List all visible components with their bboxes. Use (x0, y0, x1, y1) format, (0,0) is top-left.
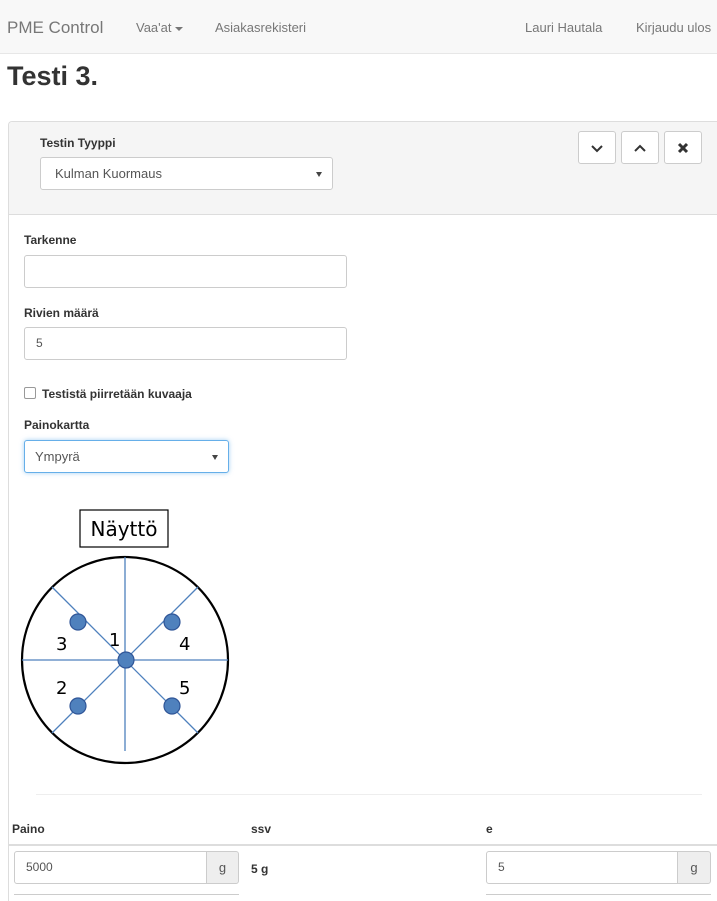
header-e: e (486, 822, 493, 836)
nav-user[interactable]: Lauri Hautala (525, 0, 602, 54)
weight-marker-2 (69, 697, 87, 715)
chevron-down-icon (591, 144, 603, 152)
nav-logout[interactable]: Kirjaudu ulos (636, 0, 711, 54)
weight-input[interactable]: 5000 (14, 851, 207, 884)
weight-marker-4 (163, 613, 181, 631)
refinement-input[interactable] (24, 255, 347, 288)
nav-link-customers[interactable]: Asiakasrekisteri (215, 0, 306, 54)
brand-link[interactable]: PME Control (7, 0, 103, 54)
page-title: Testi 3. (7, 61, 99, 91)
screen-label: Näyttö (91, 517, 158, 541)
e-input[interactable]: 5 (486, 851, 678, 884)
nav-menu-scales[interactable]: Vaa'at (136, 0, 183, 54)
move-down-button[interactable] (578, 131, 616, 164)
weight-unit-addon: g (206, 851, 239, 884)
refinement-label: Tarkenne (24, 233, 77, 247)
test-type-value: Kulman Kuormaus (55, 166, 162, 181)
navbar: PME Control Vaa'at Asiakasrekisteri Laur… (0, 0, 717, 54)
section-divider (36, 794, 702, 795)
remove-test-button[interactable] (664, 131, 702, 164)
test-type-label: Testin Tyyppi (40, 136, 116, 150)
position-label-5: 5 (179, 678, 190, 699)
nav-menu-scales-label: Vaa'at (136, 20, 172, 35)
move-up-button[interactable] (621, 131, 659, 164)
header-ssv: ssv (251, 822, 272, 836)
weight-marker-1 (117, 651, 135, 669)
header-weight: Paino (12, 822, 45, 836)
weight-map-value: Ympyrä (35, 449, 80, 464)
chevron-up-icon (634, 144, 646, 152)
position-label-2: 2 (56, 678, 67, 699)
position-label-4: 4 (179, 634, 190, 655)
rows-count-label: Rivien määrä (24, 306, 99, 320)
position-label-1: 1 (109, 630, 120, 651)
weight-map-diagram: Näyttö 1 2 3 4 5 (20, 509, 230, 765)
weight-map-select[interactable]: Ympyrä (24, 440, 229, 473)
weight-map-label: Painokartta (24, 418, 90, 432)
table-header-divider (8, 844, 717, 846)
weight-marker-3 (69, 613, 87, 631)
ssv-value: 5 g (251, 862, 269, 876)
test-type-select[interactable]: Kulman Kuormaus (40, 157, 333, 190)
close-icon (677, 142, 689, 153)
weight-marker-5 (163, 697, 181, 715)
e-unit-addon: g (677, 851, 711, 884)
caret-down-icon (174, 26, 183, 31)
chart-checkbox[interactable] (24, 387, 36, 399)
select-arrow-icon (316, 172, 322, 177)
rows-count-input[interactable]: 5 (24, 327, 347, 360)
select-arrow-icon (212, 455, 218, 460)
chart-checkbox-label[interactable]: Testistä piirretään kuvaaja (42, 387, 192, 401)
position-label-3: 3 (56, 634, 67, 655)
